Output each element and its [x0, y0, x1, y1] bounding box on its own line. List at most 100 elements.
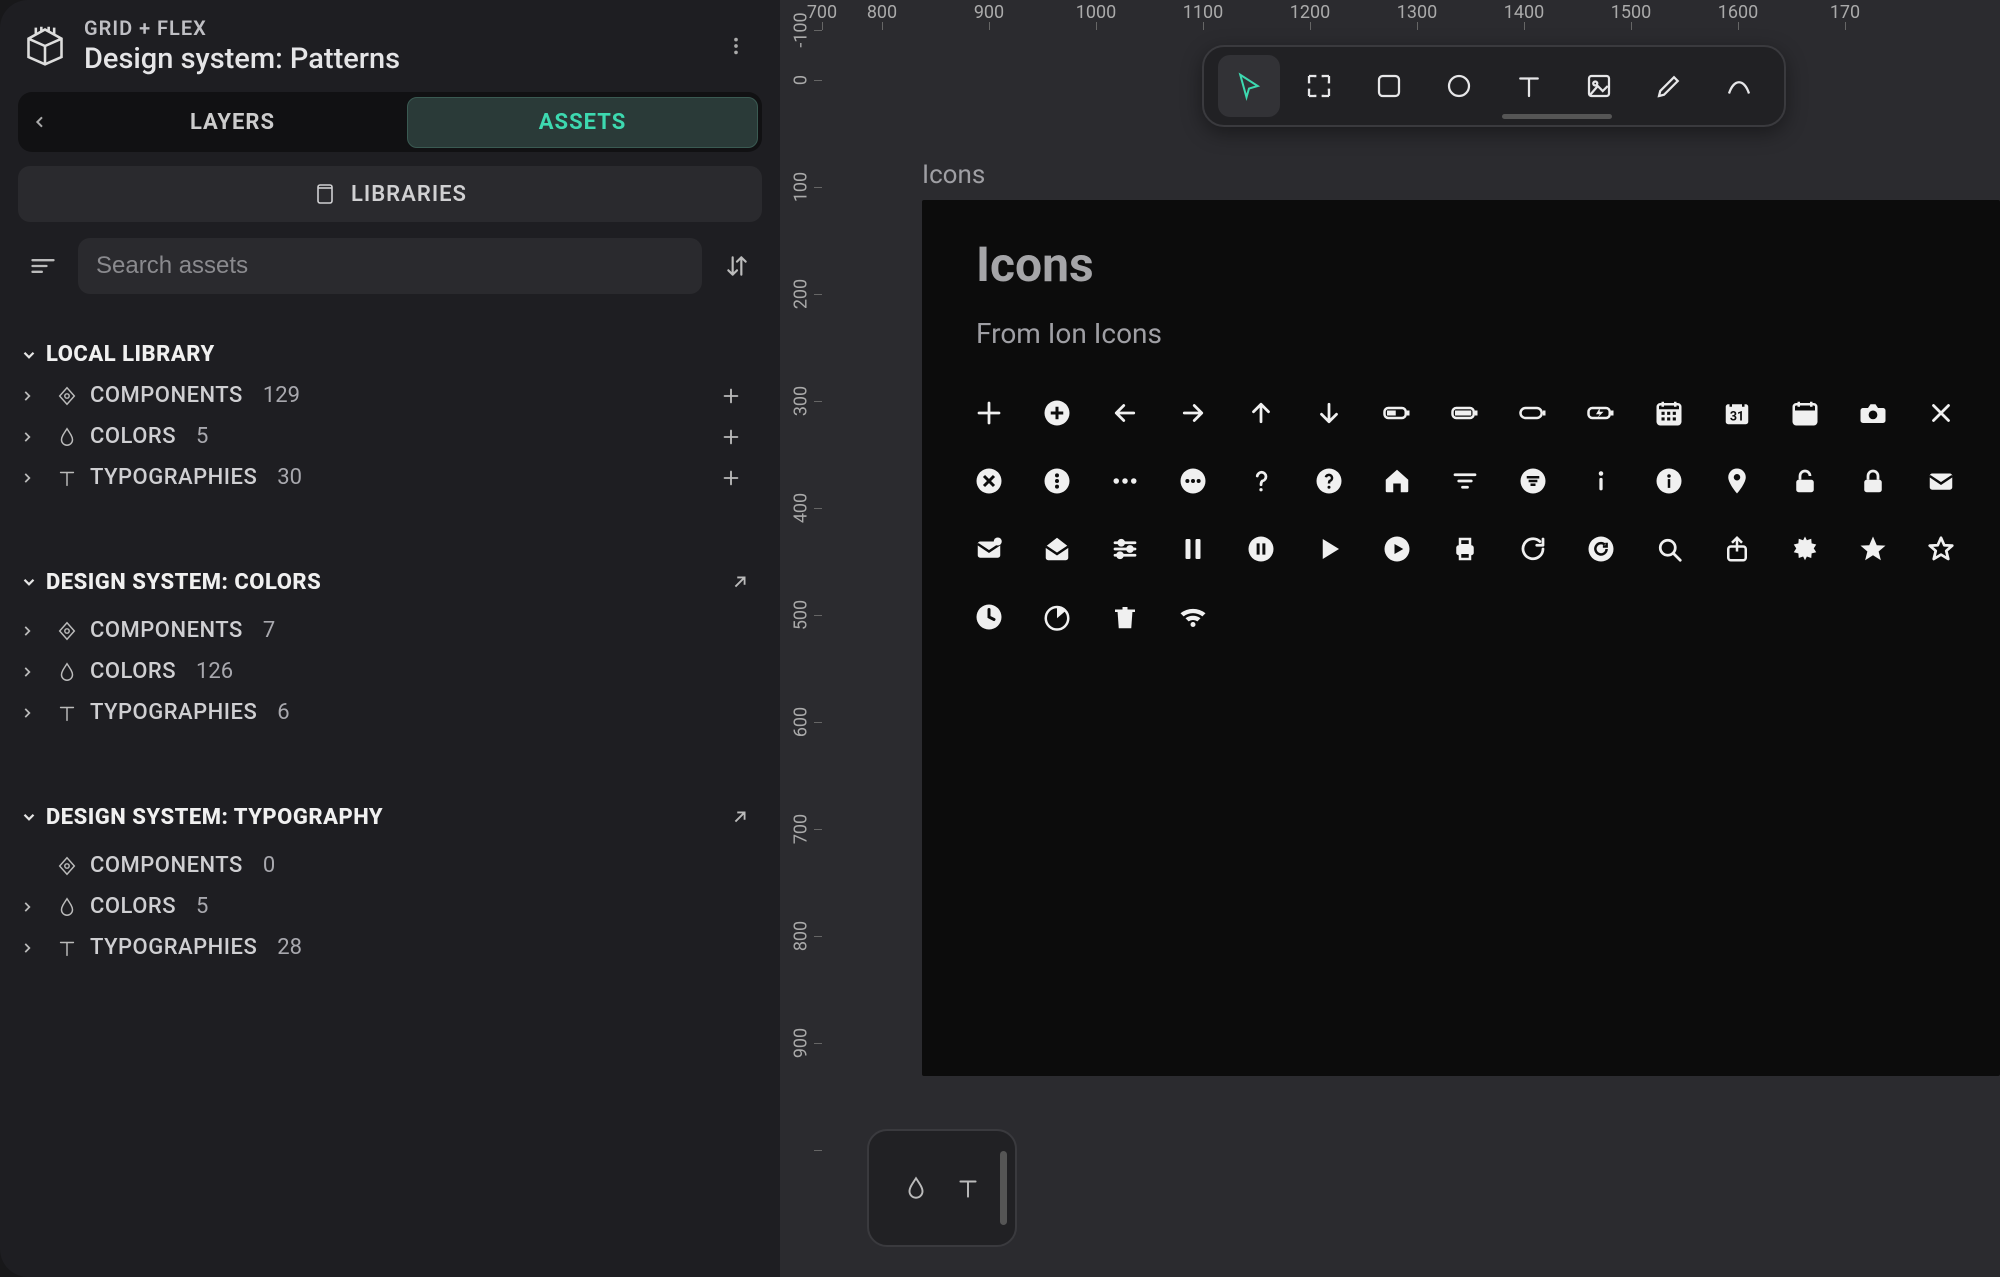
- ruler-horizontal: 7008009001000110012001300140015001600170: [822, 0, 2000, 30]
- file-menu-button[interactable]: [714, 24, 758, 68]
- battery-charging-icon[interactable]: [1584, 396, 1618, 430]
- calendar-grid-icon[interactable]: [1652, 396, 1686, 430]
- external-link-icon[interactable]: [720, 562, 760, 602]
- arrow-down-icon[interactable]: [1312, 396, 1346, 430]
- filter-icon[interactable]: [1448, 464, 1482, 498]
- tree-item-count: 7: [263, 618, 275, 643]
- tree-item-ds-typo-typo[interactable]: TYPOGRAPHIES28: [18, 927, 762, 968]
- pause-circle-icon[interactable]: [1244, 532, 1278, 566]
- frame-label[interactable]: Icons: [922, 160, 985, 190]
- lock-open-icon[interactable]: [1788, 464, 1822, 498]
- artboard-icons[interactable]: Icons From Ion Icons 31: [922, 200, 2000, 1076]
- tool-rect[interactable]: [1358, 55, 1420, 117]
- tool-curve[interactable]: [1708, 55, 1770, 117]
- close-circle-icon[interactable]: [972, 464, 1006, 498]
- information-circle-icon[interactable]: [1652, 464, 1686, 498]
- tree-item-ds-typo-components[interactable]: COMPONENTS0: [18, 845, 762, 886]
- tool-frame[interactable]: [1288, 55, 1350, 117]
- lock-closed-icon[interactable]: [1856, 464, 1890, 498]
- add-button[interactable]: [720, 385, 760, 407]
- group-header-ds-typo[interactable]: DESIGN SYSTEM: TYPOGRAPHY: [18, 789, 762, 845]
- location-icon[interactable]: [1720, 464, 1754, 498]
- tree-item-ds-colors-components[interactable]: COMPONENTS7: [18, 610, 762, 651]
- options-icon[interactable]: [1108, 532, 1142, 566]
- filter-lines-icon[interactable]: [18, 238, 68, 294]
- tree-item-ds-colors-colors[interactable]: COLORS126: [18, 651, 762, 692]
- tree-item-local-components[interactable]: COMPONENTS129: [18, 375, 762, 416]
- reload-circle-icon[interactable]: [1584, 532, 1618, 566]
- tab-back-button[interactable]: [22, 114, 58, 130]
- share-icon[interactable]: [1720, 532, 1754, 566]
- add-circle-icon[interactable]: [1040, 396, 1074, 430]
- file-name[interactable]: Design system: Patterns: [84, 42, 698, 76]
- tool-image[interactable]: [1568, 55, 1630, 117]
- tree-item-ds-typo-colors[interactable]: COLORS5: [18, 886, 762, 927]
- artboard-subtitle: From Ion Icons: [922, 293, 2000, 350]
- calendar-blank-icon[interactable]: [1788, 396, 1822, 430]
- ruler-h-tick: 800: [867, 2, 897, 23]
- tab-layers[interactable]: LAYERS: [58, 98, 407, 147]
- close-icon[interactable]: [1924, 396, 1958, 430]
- add-icon[interactable]: [972, 396, 1006, 430]
- search-icon[interactable]: [1652, 532, 1686, 566]
- ellipsis-horizontal-circle-icon[interactable]: [1176, 464, 1210, 498]
- tree-item-label: COLORS: [90, 894, 176, 919]
- colors-icon: [52, 661, 82, 683]
- battery-empty-icon[interactable]: [1516, 396, 1550, 430]
- add-button[interactable]: [720, 426, 760, 448]
- group-header-local[interactable]: LOCAL LIBRARY: [18, 334, 762, 375]
- reload-icon[interactable]: [1516, 532, 1550, 566]
- help-icon[interactable]: [1244, 464, 1278, 498]
- ellipsis-vertical-circle-icon[interactable]: [1040, 464, 1074, 498]
- ruler-h-tick: 1000: [1076, 2, 1116, 23]
- home-icon[interactable]: [1380, 464, 1414, 498]
- help-circle-icon[interactable]: [1312, 464, 1346, 498]
- group-header-ds-colors[interactable]: DESIGN SYSTEM: COLORS: [18, 554, 762, 610]
- mail-open-icon[interactable]: [1040, 532, 1074, 566]
- trash-icon[interactable]: [1108, 600, 1142, 634]
- time-icon[interactable]: [972, 600, 1006, 634]
- camera-icon[interactable]: [1856, 396, 1890, 430]
- toolbar-drag-handle[interactable]: [1502, 114, 1612, 119]
- battery-full-icon[interactable]: [1448, 396, 1482, 430]
- play-circle-icon[interactable]: [1380, 532, 1414, 566]
- drop-icon[interactable]: [903, 1175, 929, 1201]
- ellipsis-horizontal-icon[interactable]: [1108, 464, 1142, 498]
- calendar-date-icon[interactable]: 31: [1720, 396, 1754, 430]
- tool-ellipse[interactable]: [1428, 55, 1490, 117]
- search-input[interactable]: [78, 238, 702, 294]
- arrow-up-icon[interactable]: [1244, 396, 1278, 430]
- mini-toolbar-handle[interactable]: [1000, 1151, 1007, 1225]
- mail-icon[interactable]: [1924, 464, 1958, 498]
- play-icon[interactable]: [1312, 532, 1346, 566]
- star-icon[interactable]: [1856, 532, 1890, 566]
- sort-button[interactable]: [712, 238, 762, 294]
- mini-toolbar[interactable]: [867, 1129, 1017, 1247]
- timer-icon[interactable]: [1040, 600, 1074, 634]
- tree-item-local-typo[interactable]: TYPOGRAPHIES30: [18, 457, 762, 498]
- arrow-left-icon[interactable]: [1108, 396, 1142, 430]
- canvas-viewport[interactable]: Icons Icons From Ion Icons 31: [822, 30, 2000, 1277]
- tree-item-local-colors[interactable]: COLORS5: [18, 416, 762, 457]
- tool-pencil[interactable]: [1638, 55, 1700, 117]
- battery-half-icon[interactable]: [1380, 396, 1414, 430]
- print-icon[interactable]: [1448, 532, 1482, 566]
- tab-assets[interactable]: ASSETS: [407, 97, 758, 148]
- filter-circle-icon[interactable]: [1516, 464, 1550, 498]
- tool-text[interactable]: [1498, 55, 1560, 117]
- star-outline-icon[interactable]: [1924, 532, 1958, 566]
- text-icon[interactable]: [955, 1175, 981, 1201]
- external-link-icon[interactable]: [720, 797, 760, 837]
- add-button[interactable]: [720, 467, 760, 489]
- arrow-right-icon[interactable]: [1176, 396, 1210, 430]
- information-icon[interactable]: [1584, 464, 1618, 498]
- tool-pointer[interactable]: [1218, 55, 1280, 117]
- mail-unread-icon[interactable]: [972, 532, 1006, 566]
- settings-icon[interactable]: [1788, 532, 1822, 566]
- libraries-button[interactable]: LIBRARIES: [18, 166, 762, 222]
- tree-item-ds-colors-typo[interactable]: TYPOGRAPHIES6: [18, 692, 762, 733]
- wifi-icon[interactable]: [1176, 600, 1210, 634]
- app-logo-icon[interactable]: [22, 23, 68, 69]
- pause-icon[interactable]: [1176, 532, 1210, 566]
- project-name[interactable]: GRID + FLEX: [84, 16, 698, 40]
